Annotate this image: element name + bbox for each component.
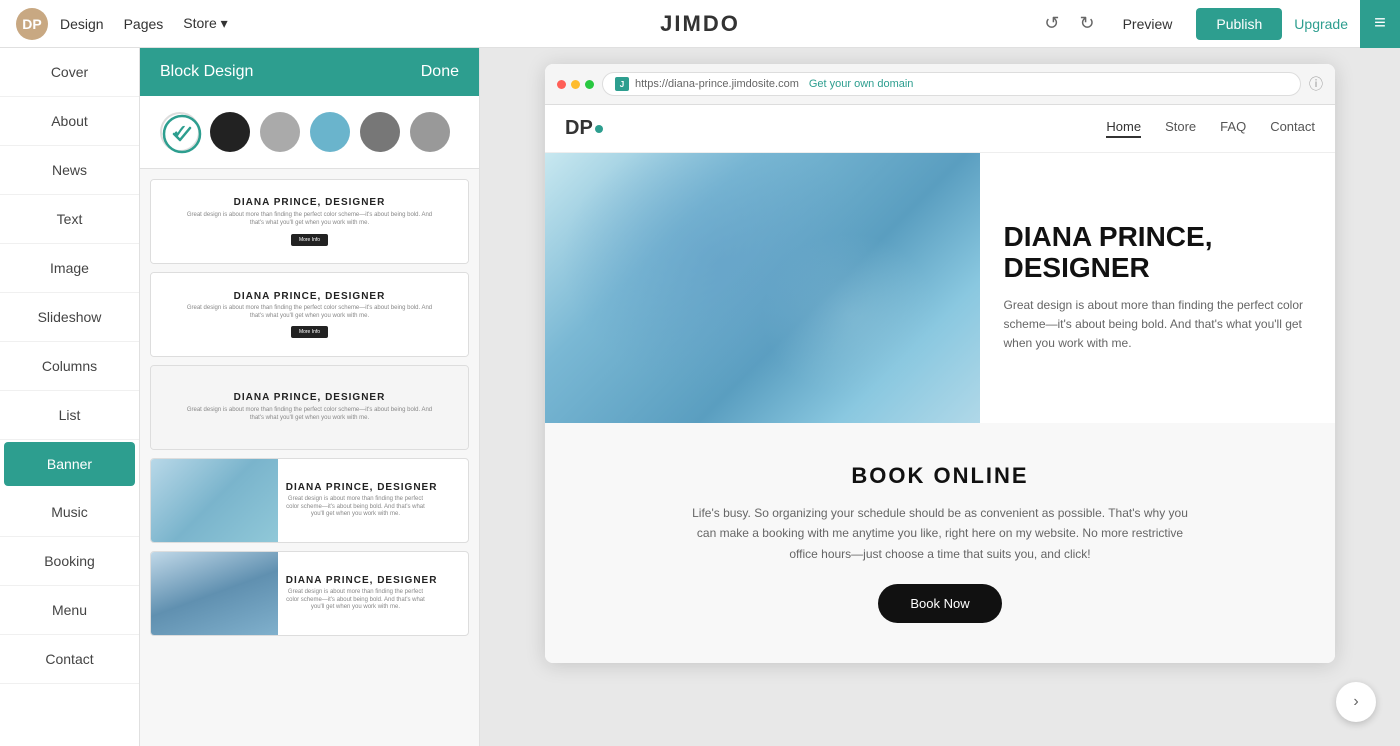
menu-button[interactable]: ≡ (1360, 0, 1400, 48)
tmpl1-sub: Great design is about more than finding … (183, 212, 437, 228)
site-nav-contact[interactable]: Contact (1270, 119, 1315, 138)
browser-dots (557, 80, 594, 89)
tmpl5-image (151, 552, 278, 635)
template-4[interactable]: DIANA PRINCE, DESIGNER Great design is a… (150, 458, 469, 543)
sidebar-item-list[interactable]: List (0, 391, 139, 440)
nav-pages[interactable]: Pages (124, 16, 164, 32)
get-domain-link[interactable]: Get your own domain (809, 78, 914, 90)
site-nav: DP Home Store FAQ Contact (545, 105, 1335, 153)
tmpl2-btn: More Info (291, 326, 328, 338)
sidebar-item-about[interactable]: About (0, 97, 139, 146)
tmpl4-image (151, 459, 278, 542)
site-nav-links: Home Store FAQ Contact (1106, 119, 1315, 138)
browser-bar: J https://diana-prince.jimdosite.com Get… (545, 64, 1335, 105)
browser-url-text: https://diana-prince.jimdosite.com (635, 78, 799, 90)
sidebar-item-columns[interactable]: Columns (0, 342, 139, 391)
sidebar-item-menu[interactable]: Menu (0, 586, 139, 635)
browser-dot-yellow (571, 80, 580, 89)
book-title: BOOK ONLINE (569, 463, 1311, 489)
swatch-black[interactable] (210, 112, 250, 152)
preview-button[interactable]: Preview (1111, 10, 1185, 38)
upgrade-button[interactable]: Upgrade (1294, 16, 1348, 32)
sidebar-item-booking[interactable]: Booking (0, 537, 139, 586)
template-2[interactable]: DIANA PRINCE, DESIGNER Great design is a… (150, 272, 469, 357)
block-design-panel: Block Design Done DIANA PRINCE, DESIGNER… (140, 48, 480, 746)
templates-list: DIANA PRINCE, DESIGNER Great design is a… (140, 169, 479, 646)
brand-logo: JIMDO (660, 11, 740, 37)
browser-url-icon: J (615, 77, 629, 91)
avatar[interactable]: DP (16, 8, 48, 40)
site-logo-text: DP (565, 117, 593, 140)
site-logo-dot (595, 125, 603, 133)
browser-url-bar[interactable]: J https://diana-prince.jimdosite.com Get… (602, 72, 1301, 96)
browser-chrome: J https://diana-prince.jimdosite.com Get… (545, 64, 1335, 663)
publish-button[interactable]: Publish (1196, 8, 1282, 40)
block-design-title: Block Design (160, 63, 253, 81)
book-description: Life's busy. So organizing your schedule… (690, 503, 1190, 564)
redo-button[interactable]: ↻ (1075, 9, 1098, 38)
sidebar-item-music[interactable]: Music (0, 488, 139, 537)
swatch-mid-gray[interactable] (410, 112, 450, 152)
template-5[interactable]: DIANA PRINCE, DESIGNER Great design is a… (150, 551, 469, 636)
hero-section: DIANA PRINCE,DESIGNER Great design is ab… (545, 153, 1335, 423)
tmpl4-sub: Great design is about more than finding … (286, 496, 425, 519)
site-nav-faq[interactable]: FAQ (1220, 119, 1246, 138)
hero-image (545, 153, 980, 423)
sidebar-item-text[interactable]: Text (0, 195, 139, 244)
tmpl3-sub: Great design is about more than finding … (183, 407, 437, 423)
swatch-blue[interactable] (310, 112, 350, 152)
nav-design[interactable]: Design (60, 16, 104, 32)
site-nav-home[interactable]: Home (1106, 119, 1141, 138)
tmpl2-title: DIANA PRINCE, DESIGNER (234, 291, 386, 302)
tmpl5-sub: Great design is about more than finding … (286, 589, 425, 612)
top-nav-right: ↺ ↻ Preview Publish Upgrade ≡ (1040, 0, 1384, 48)
site-nav-store[interactable]: Store (1165, 119, 1196, 138)
scroll-right-button[interactable]: › (1336, 682, 1376, 722)
sidebar-item-image[interactable]: Image (0, 244, 139, 293)
top-nav: DP Design Pages Store ▾ JIMDO ↺ ↻ Previe… (0, 0, 1400, 48)
website-preview: J https://diana-prince.jimdosite.com Get… (480, 48, 1400, 746)
template-1[interactable]: DIANA PRINCE, DESIGNER Great design is a… (150, 179, 469, 264)
sidebar-item-banner[interactable]: Banner (4, 442, 135, 486)
book-now-button[interactable]: Book Now (878, 584, 1001, 623)
tmpl1-title: DIANA PRINCE, DESIGNER (234, 197, 386, 208)
done-button[interactable]: Done (421, 63, 459, 81)
tmpl4-title: DIANA PRINCE, DESIGNER (286, 482, 438, 493)
sidebar-item-news[interactable]: News (0, 146, 139, 195)
tmpl1-btn: More Info (291, 234, 328, 246)
main-body: Cover About News Text Image Slideshow Co… (0, 48, 1400, 746)
hero-content: DIANA PRINCE,DESIGNER Great design is ab… (980, 153, 1336, 423)
hero-title: DIANA PRINCE,DESIGNER (1004, 222, 1312, 284)
nav-store[interactable]: Store ▾ (183, 15, 227, 32)
tmpl2-sub: Great design is about more than finding … (183, 305, 437, 321)
sidebar-item-cover[interactable]: Cover (0, 48, 139, 97)
sidebar-item-contact[interactable]: Contact (0, 635, 139, 684)
book-section: BOOK ONLINE Life's busy. So organizing y… (545, 423, 1335, 663)
template-3[interactable]: DIANA PRINCE, DESIGNER Great design is a… (150, 365, 469, 450)
swatch-gray[interactable] (260, 112, 300, 152)
left-sidebar: Cover About News Text Image Slideshow Co… (0, 48, 140, 746)
site-logo: DP (565, 117, 603, 140)
color-swatches (140, 96, 479, 169)
swatch-white[interactable] (160, 112, 200, 152)
browser-info-icon[interactable]: ⓘ (1309, 74, 1323, 94)
undo-button[interactable]: ↺ (1040, 9, 1063, 38)
sidebar-item-slideshow[interactable]: Slideshow (0, 293, 139, 342)
tmpl5-title: DIANA PRINCE, DESIGNER (286, 575, 438, 586)
hero-description: Great design is about more than finding … (1004, 296, 1312, 354)
tmpl3-title: DIANA PRINCE, DESIGNER (234, 392, 386, 403)
block-design-header: Block Design Done (140, 48, 479, 96)
swatch-dark-gray[interactable] (360, 112, 400, 152)
browser-dot-red (557, 80, 566, 89)
browser-dot-green (585, 80, 594, 89)
